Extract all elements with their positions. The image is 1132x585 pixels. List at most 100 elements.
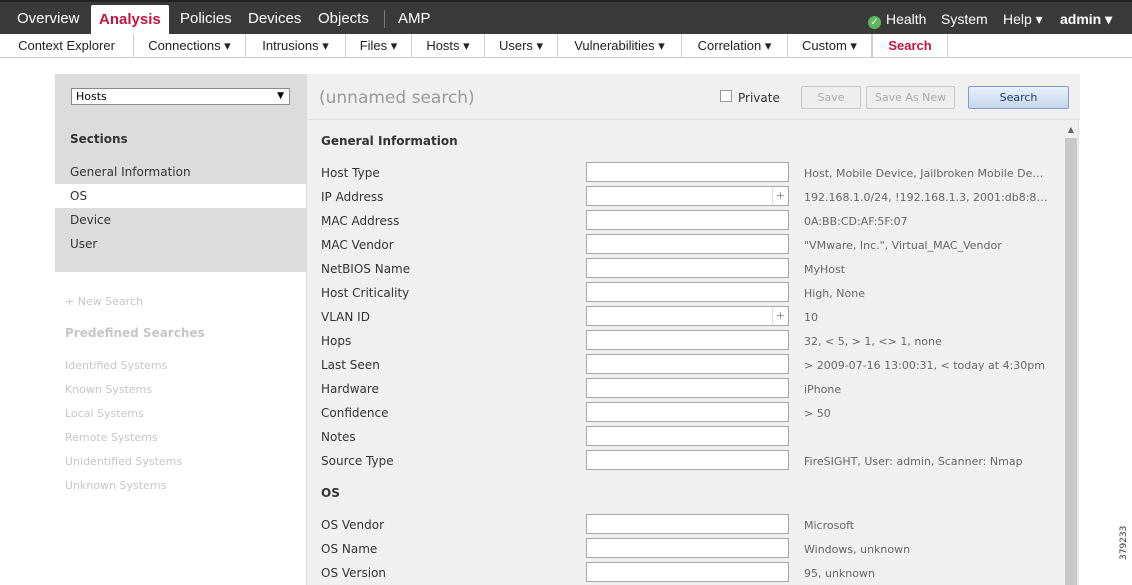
notes-input[interactable]	[586, 426, 789, 446]
field-hint-source-type: FireSIGHT, User: admin, Scanner: Nmap	[804, 455, 1023, 468]
field-label-mac-vendor: MAC Vendor	[321, 238, 394, 252]
field-hint-os-name: Windows, unknown	[804, 543, 911, 556]
nav-overview[interactable]: Overview	[17, 2, 80, 34]
os-section-title: OS	[321, 486, 340, 500]
save-as-new-button[interactable]: Save As New	[866, 86, 955, 109]
check-circle-icon: ✓	[868, 16, 881, 29]
field-label-hops: Hops	[321, 334, 352, 348]
subnav-vulnerabilities[interactable]: Vulnerabilities ▾	[558, 34, 682, 58]
form-scrollbar[interactable]: ▲	[1064, 124, 1078, 585]
field-hint-vlan-id: 10	[804, 311, 818, 324]
subnav-users[interactable]: Users ▾	[485, 34, 558, 58]
field-label-host-type: Host Type	[321, 166, 380, 180]
system-link[interactable]: System	[941, 2, 988, 36]
table-select-value: Hosts	[76, 90, 107, 103]
field-label-last-seen: Last Seen	[321, 358, 380, 372]
section-general-information[interactable]: General Information	[55, 160, 306, 184]
user-menu[interactable]: admin ▾	[1060, 2, 1112, 36]
source-type-input[interactable]	[586, 450, 789, 470]
field-hint-netbios-name: MyHost	[804, 263, 846, 276]
dropdown-arrow-icon: ▼	[277, 91, 284, 101]
health-link[interactable]: ✓ Health	[868, 2, 926, 36]
new-search-link[interactable]: + New Search	[65, 295, 143, 308]
field-label-vlan-id: VLAN ID	[321, 310, 370, 324]
subnav-files[interactable]: Files ▾	[346, 34, 412, 58]
field-hint-last-seen: > 2009-07-16 13:00:31, < today at 4:30pm	[804, 359, 1045, 372]
host-type-input[interactable]	[586, 162, 789, 182]
field-label-os-version: OS Version	[321, 566, 387, 580]
nav-divider	[384, 10, 385, 28]
subnav-intrusions[interactable]: Intrusions ▾	[246, 34, 346, 58]
field-hint-ip-address: 192.168.1.0/24, !192.168.1.3, 2001:db8:8…	[804, 191, 1048, 204]
hardware-input[interactable]	[586, 378, 789, 398]
field-label-notes: Notes	[321, 430, 356, 444]
field-hint-mac-vendor: "VMware, Inc.", Virtual_MAC_Vendor	[804, 239, 1002, 252]
plus-icon[interactable]: +	[772, 187, 788, 205]
field-label-os-name: OS Name	[321, 542, 378, 556]
save-button[interactable]: Save	[801, 86, 861, 109]
subnav-connections[interactable]: Connections ▾	[134, 34, 246, 58]
field-label-hardware: Hardware	[321, 382, 379, 396]
scroll-up-arrow-icon[interactable]: ▲	[1064, 124, 1078, 136]
private-label: Private	[738, 91, 780, 105]
help-menu[interactable]: Help ▾	[1003, 2, 1043, 36]
mac-address-input[interactable]	[586, 210, 789, 230]
nav-objects[interactable]: Objects	[318, 2, 369, 34]
search-form-panel: (unnamed search) Private Save Save As Ne…	[306, 74, 1080, 585]
field-hint-hardware: iPhone	[804, 383, 842, 396]
field-label-netbios-name: NetBIOS Name	[321, 262, 411, 276]
predefined-identified-systems[interactable]: Identified Systems	[65, 359, 167, 372]
subnav-context-explorer[interactable]: Context Explorer	[0, 34, 134, 58]
top-navigation: Overview Analysis Policies Devices Objec…	[0, 0, 1132, 39]
private-checkbox[interactable]	[720, 90, 732, 102]
mac-vendor-input[interactable]	[586, 234, 789, 254]
subnav-correlation[interactable]: Correlation ▾	[682, 34, 788, 58]
plus-icon[interactable]: +	[772, 307, 788, 325]
field-label-os-vendor: OS Vendor	[321, 518, 385, 532]
field-label-confidence: Confidence	[321, 406, 389, 420]
predefined-local-systems[interactable]: Local Systems	[65, 407, 144, 420]
field-label-mac-address: MAC Address	[321, 214, 400, 228]
subnav-hosts[interactable]: Hosts ▾	[412, 34, 485, 58]
sections-title: Sections	[70, 132, 128, 146]
field-hint-host-type: Host, Mobile Device, Jailbroken Mobile D…	[804, 167, 1048, 180]
field-hint-host-criticality: High, None	[804, 287, 865, 300]
figure-number: 379233	[1119, 525, 1129, 560]
field-hint-confidence: > 50	[804, 407, 831, 420]
field-hint-hops: 32, < 5, > 1, <> 1, none	[804, 335, 942, 348]
sections-panel: Hosts ▼ Sections General Information OS …	[55, 74, 306, 272]
search-name[interactable]: (unnamed search)	[319, 88, 475, 108]
section-os[interactable]: OS	[55, 184, 306, 208]
field-hint-os-vendor: Microsoft	[804, 519, 855, 532]
sub-navigation: Context Explorer Connections ▾ Intrusion…	[0, 34, 1132, 58]
predefined-known-systems[interactable]: Known Systems	[65, 383, 152, 396]
nav-amp[interactable]: AMP	[398, 2, 431, 34]
confidence-input[interactable]	[586, 402, 789, 422]
hops-input[interactable]	[586, 330, 789, 350]
scroll-thumb[interactable]	[1065, 138, 1077, 585]
predefined-unidentified-systems[interactable]: Unidentified Systems	[65, 455, 182, 468]
section-device[interactable]: Device	[55, 208, 306, 232]
table-select[interactable]: Hosts ▼	[71, 88, 290, 105]
nav-policies[interactable]: Policies	[180, 2, 232, 34]
nav-devices[interactable]: Devices	[248, 2, 301, 34]
netbios-name-input[interactable]	[586, 258, 789, 278]
search-button[interactable]: Search	[968, 86, 1069, 109]
subnav-custom[interactable]: Custom ▾	[788, 34, 872, 58]
field-label-ip-address: IP Address	[321, 190, 384, 204]
last-seen-input[interactable]	[586, 354, 789, 374]
predefined-remote-systems[interactable]: Remote Systems	[65, 431, 158, 444]
os-vendor-input[interactable]	[586, 514, 789, 534]
field-hint-mac-address: 0A:BB:CD:AF:5F:07	[804, 215, 908, 228]
ip-address-input[interactable]: +	[586, 186, 789, 206]
section-user[interactable]: User	[55, 232, 306, 256]
os-name-input[interactable]	[586, 538, 789, 558]
predefined-unknown-systems[interactable]: Unknown Systems	[65, 479, 166, 492]
search-header: (unnamed search) Private Save Save As Ne…	[307, 74, 1080, 120]
host-criticality-input[interactable]	[586, 282, 789, 302]
general-information-title: General Information	[321, 134, 458, 148]
field-label-source-type: Source Type	[321, 454, 394, 468]
subnav-search[interactable]: Search	[872, 34, 948, 58]
vlan-id-input[interactable]: +	[586, 306, 789, 326]
os-version-input[interactable]	[586, 562, 789, 582]
